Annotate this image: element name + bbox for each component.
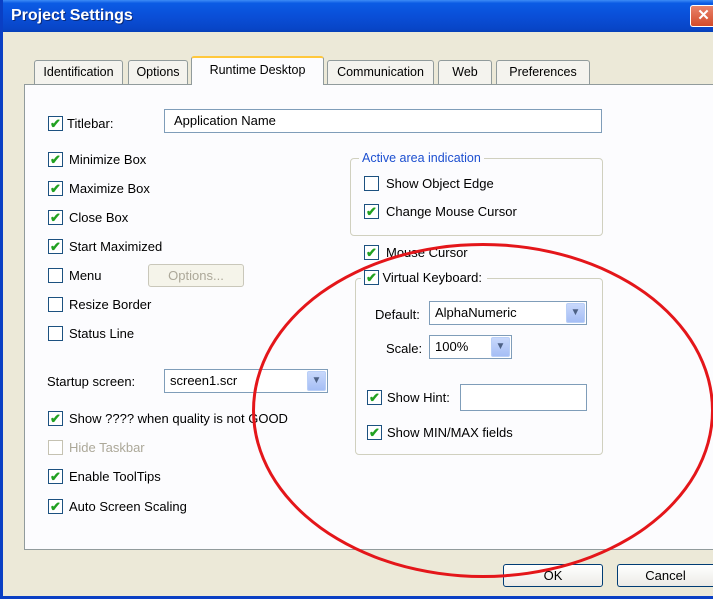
show-minmax-checkbox[interactable]: ✔ <box>367 425 382 440</box>
minimize-box-checkbox[interactable]: ✔ <box>48 152 63 167</box>
titlebar-checkbox[interactable]: ✔ <box>48 116 63 131</box>
auto-screen-scaling-checkbox[interactable]: ✔ <box>48 499 63 514</box>
show-quality-checkbox[interactable]: ✔ <box>48 411 63 426</box>
enable-tooltips-label: Enable ToolTips <box>69 469 161 484</box>
scale-select[interactable]: 100% ▼ <box>429 335 512 359</box>
minimize-box-label: Minimize Box <box>69 152 147 167</box>
resize-border-label: Resize Border <box>69 297 152 312</box>
enable-tooltips-checkbox[interactable]: ✔ <box>48 469 63 484</box>
start-maximized-label: Start Maximized <box>69 239 163 254</box>
show-object-edge-label: Show Object Edge <box>386 176 494 191</box>
start-maximized-checkbox[interactable]: ✔ <box>48 239 63 254</box>
show-minmax-label: Show MIN/MAX fields <box>387 425 513 440</box>
options-button[interactable]: Options... <box>148 264 244 287</box>
tab-runtime-desktop[interactable]: Runtime Desktop <box>191 56 324 85</box>
title-bar[interactable]: Project Settings ✕ <box>3 0 713 32</box>
auto-screen-scaling-label: Auto Screen Scaling <box>69 499 187 514</box>
change-mouse-cursor-label: Change Mouse Cursor <box>386 204 517 219</box>
show-hint-checkbox[interactable]: ✔ <box>367 390 382 405</box>
close-icon: ✕ <box>697 7 710 24</box>
active-area-legend: Active area indication <box>359 151 484 165</box>
status-line-label: Status Line <box>69 326 135 341</box>
ok-button[interactable]: OK <box>503 564 603 587</box>
menu-checkbox[interactable] <box>48 268 63 283</box>
close-button[interactable]: ✕ <box>690 5 713 27</box>
hide-taskbar-label: Hide Taskbar <box>69 440 145 455</box>
titlebar-text-field[interactable]: Application Name <box>164 109 602 133</box>
default-keyboard-select[interactable]: AlphaNumeric ▼ <box>429 301 587 325</box>
default-label: Default: <box>375 307 420 322</box>
titlebar-label: Titlebar: <box>67 116 114 131</box>
chevron-down-icon[interactable]: ▼ <box>566 303 585 323</box>
chevron-down-icon[interactable]: ▼ <box>491 337 510 357</box>
mouse-cursor-checkbox[interactable]: ✔ <box>364 245 379 260</box>
show-object-edge-checkbox[interactable] <box>364 176 379 191</box>
hide-taskbar-checkbox[interactable] <box>48 440 63 455</box>
tab-web[interactable]: Web <box>438 60 492 84</box>
cancel-button[interactable]: Cancel <box>617 564 713 587</box>
mouse-cursor-label: Mouse Cursor <box>386 245 468 260</box>
close-box-label: Close Box <box>69 210 129 225</box>
virtual-keyboard-legend: ✔ Virtual Keyboard: <box>361 270 487 286</box>
change-mouse-cursor-checkbox[interactable]: ✔ <box>364 204 379 219</box>
scale-label: Scale: <box>386 341 423 356</box>
maximize-box-checkbox[interactable]: ✔ <box>48 181 63 196</box>
chevron-down-icon[interactable]: ▼ <box>307 371 326 391</box>
menu-label: Menu <box>69 268 102 283</box>
show-hint-label: Show Hint: <box>387 390 450 405</box>
close-box-checkbox[interactable]: ✔ <box>48 210 63 225</box>
show-hint-field[interactable] <box>460 384 587 411</box>
startup-screen-label: Startup screen: <box>47 374 136 389</box>
resize-border-checkbox[interactable] <box>48 297 63 312</box>
virtual-keyboard-label: Virtual Keyboard: <box>382 270 482 286</box>
active-area-groupbox <box>350 158 603 236</box>
startup-screen-select[interactable]: screen1.scr ▼ <box>164 369 328 393</box>
tab-communication[interactable]: Communication <box>327 60 434 84</box>
maximize-box-label: Maximize Box <box>69 181 150 196</box>
status-line-checkbox[interactable] <box>48 326 63 341</box>
show-quality-label: Show ???? when quality is not GOOD <box>69 411 288 426</box>
dialog-title: Project Settings <box>11 7 133 24</box>
tab-identification[interactable]: Identification <box>34 60 123 84</box>
tab-preferences[interactable]: Preferences <box>496 60 590 84</box>
runtime-desktop-panel: ✔ Titlebar: Application Name ✔ Minimize … <box>24 84 713 550</box>
tab-options[interactable]: Options <box>128 60 188 84</box>
virtual-keyboard-checkbox[interactable]: ✔ <box>364 270 379 286</box>
